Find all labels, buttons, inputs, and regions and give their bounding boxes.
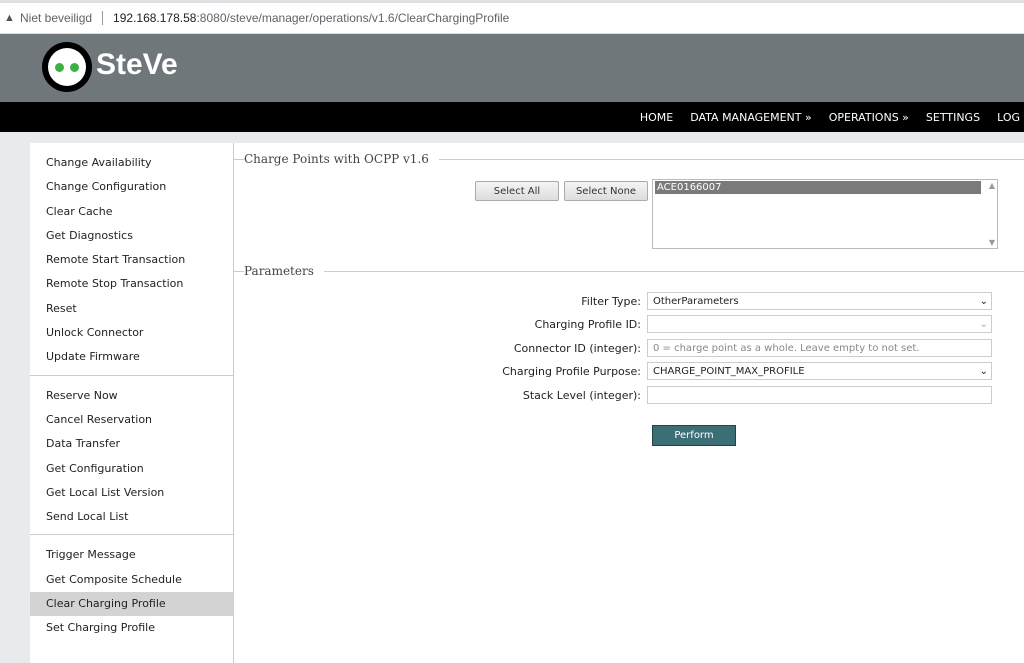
nav-data-management[interactable]: DATA MANAGEMENT » [690,111,812,124]
warning-icon: ▲ [4,12,15,24]
filter-type-label: Filter Type: [581,294,641,308]
sidebar-item-set-charging-profile[interactable]: Set Charging Profile [30,616,233,640]
sidebar-item-update-firmware[interactable]: Update Firmware [30,345,233,369]
sidebar-item-trigger-message[interactable]: Trigger Message [30,543,233,567]
site-header: SteVe [0,34,1024,102]
charging-profile-id-label: Charging Profile ID: [534,317,641,331]
chevron-down-icon: ⌄ [979,295,988,307]
parameters-legend: Parameters [244,264,324,278]
sidebar-item-get-diagnostics[interactable]: Get Diagnostics [30,224,233,248]
operations-sidebar: Change Availability Change Configuration C… [30,143,234,663]
nav-operations[interactable]: OPERATIONS » [829,111,909,124]
connector-id-label: Connector ID (integer): [513,341,641,355]
top-nav: HOME DATA MANAGEMENT » OPERATIONS » SETT… [0,102,1024,132]
url-path: :8080/steve/manager/operations/v1.6/Clea… [196,11,510,25]
divider [102,11,104,25]
charge-points-legend: Charge Points with OCPP v1.6 [244,152,439,166]
connector-id-placeholder: 0 = charge point as a whole. Leave empty… [653,342,920,354]
scroll-down-icon[interactable]: ▼ [989,238,995,247]
sidebar-item-remote-stop-transaction[interactable]: Remote Stop Transaction [30,272,233,296]
purpose-label: Charging Profile Purpose: [502,364,641,378]
sidebar-item-get-local-list-version[interactable]: Get Local List Version [30,481,233,505]
chevron-down-icon: ⌄ [979,365,988,377]
sidebar-item-reserve-now[interactable]: Reserve Now [30,384,233,408]
sidebar-group: Change Availability Change Configuration C… [30,143,233,376]
select-all-button[interactable]: Select All [475,181,559,201]
select-none-button[interactable]: Select None [564,181,648,201]
chevron-down-icon: ⌄ [979,318,988,330]
sidebar-item-clear-charging-profile[interactable]: Clear Charging Profile [30,592,233,617]
sidebar-item-get-configuration[interactable]: Get Configuration [30,457,233,481]
url-host: 192.168.178.58 [113,11,197,25]
sidebar-group: Reserve Now Cancel Reservation Data Transf… [30,376,233,536]
sidebar-item-change-configuration[interactable]: Change Configuration [30,175,233,199]
sidebar-item-unlock-connector[interactable]: Unlock Connector [30,321,233,345]
brand-name[interactable]: SteVe [96,48,178,82]
nav-settings[interactable]: SETTINGS [926,111,980,124]
sidebar-item-change-availability[interactable]: Change Availability [30,151,233,175]
sidebar-item-get-composite-schedule[interactable]: Get Composite Schedule [30,568,233,592]
perform-button[interactable]: Perform [652,425,736,446]
filter-type-select[interactable]: OtherParameters ⌄ [647,292,992,310]
security-label[interactable]: Niet beveiligd [20,11,92,25]
steve-logo-icon[interactable] [42,42,92,92]
sidebar-item-reset[interactable]: Reset [30,297,233,321]
sidebar-group: Trigger Message Get Composite Schedule Cle… [30,535,233,645]
sidebar-item-send-local-list[interactable]: Send Local List [30,505,233,529]
address-bar[interactable]: ▲ Niet beveiligd 192.168.178.58:8080/ste… [0,0,1024,34]
nav-log[interactable]: LOG [997,111,1020,124]
nav-home[interactable]: HOME [640,111,673,124]
stack-level-label: Stack Level (integer): [522,388,641,402]
sidebar-item-clear-cache[interactable]: Clear Cache [30,200,233,224]
charge-point-option[interactable]: ACE0166007 [655,181,981,194]
sidebar-item-cancel-reservation[interactable]: Cancel Reservation [30,408,233,432]
connector-id-input[interactable]: 0 = charge point as a whole. Leave empty… [647,339,992,357]
filter-type-value: OtherParameters [653,295,739,307]
charging-profile-id-select[interactable]: ⌄ [647,315,992,333]
sidebar-item-data-transfer[interactable]: Data Transfer [30,432,233,456]
charge-point-listbox[interactable]: ACE0166007 ▲ ▼ [652,179,998,249]
purpose-value: CHARGE_POINT_MAX_PROFILE [653,365,805,377]
scroll-up-icon[interactable]: ▲ [989,181,995,190]
main-content: Charge Points with OCPP v1.6 Select All … [234,143,1024,663]
purpose-select[interactable]: CHARGE_POINT_MAX_PROFILE ⌄ [647,362,992,380]
sidebar-item-remote-start-transaction[interactable]: Remote Start Transaction [30,248,233,272]
stack-level-input[interactable] [647,386,992,404]
